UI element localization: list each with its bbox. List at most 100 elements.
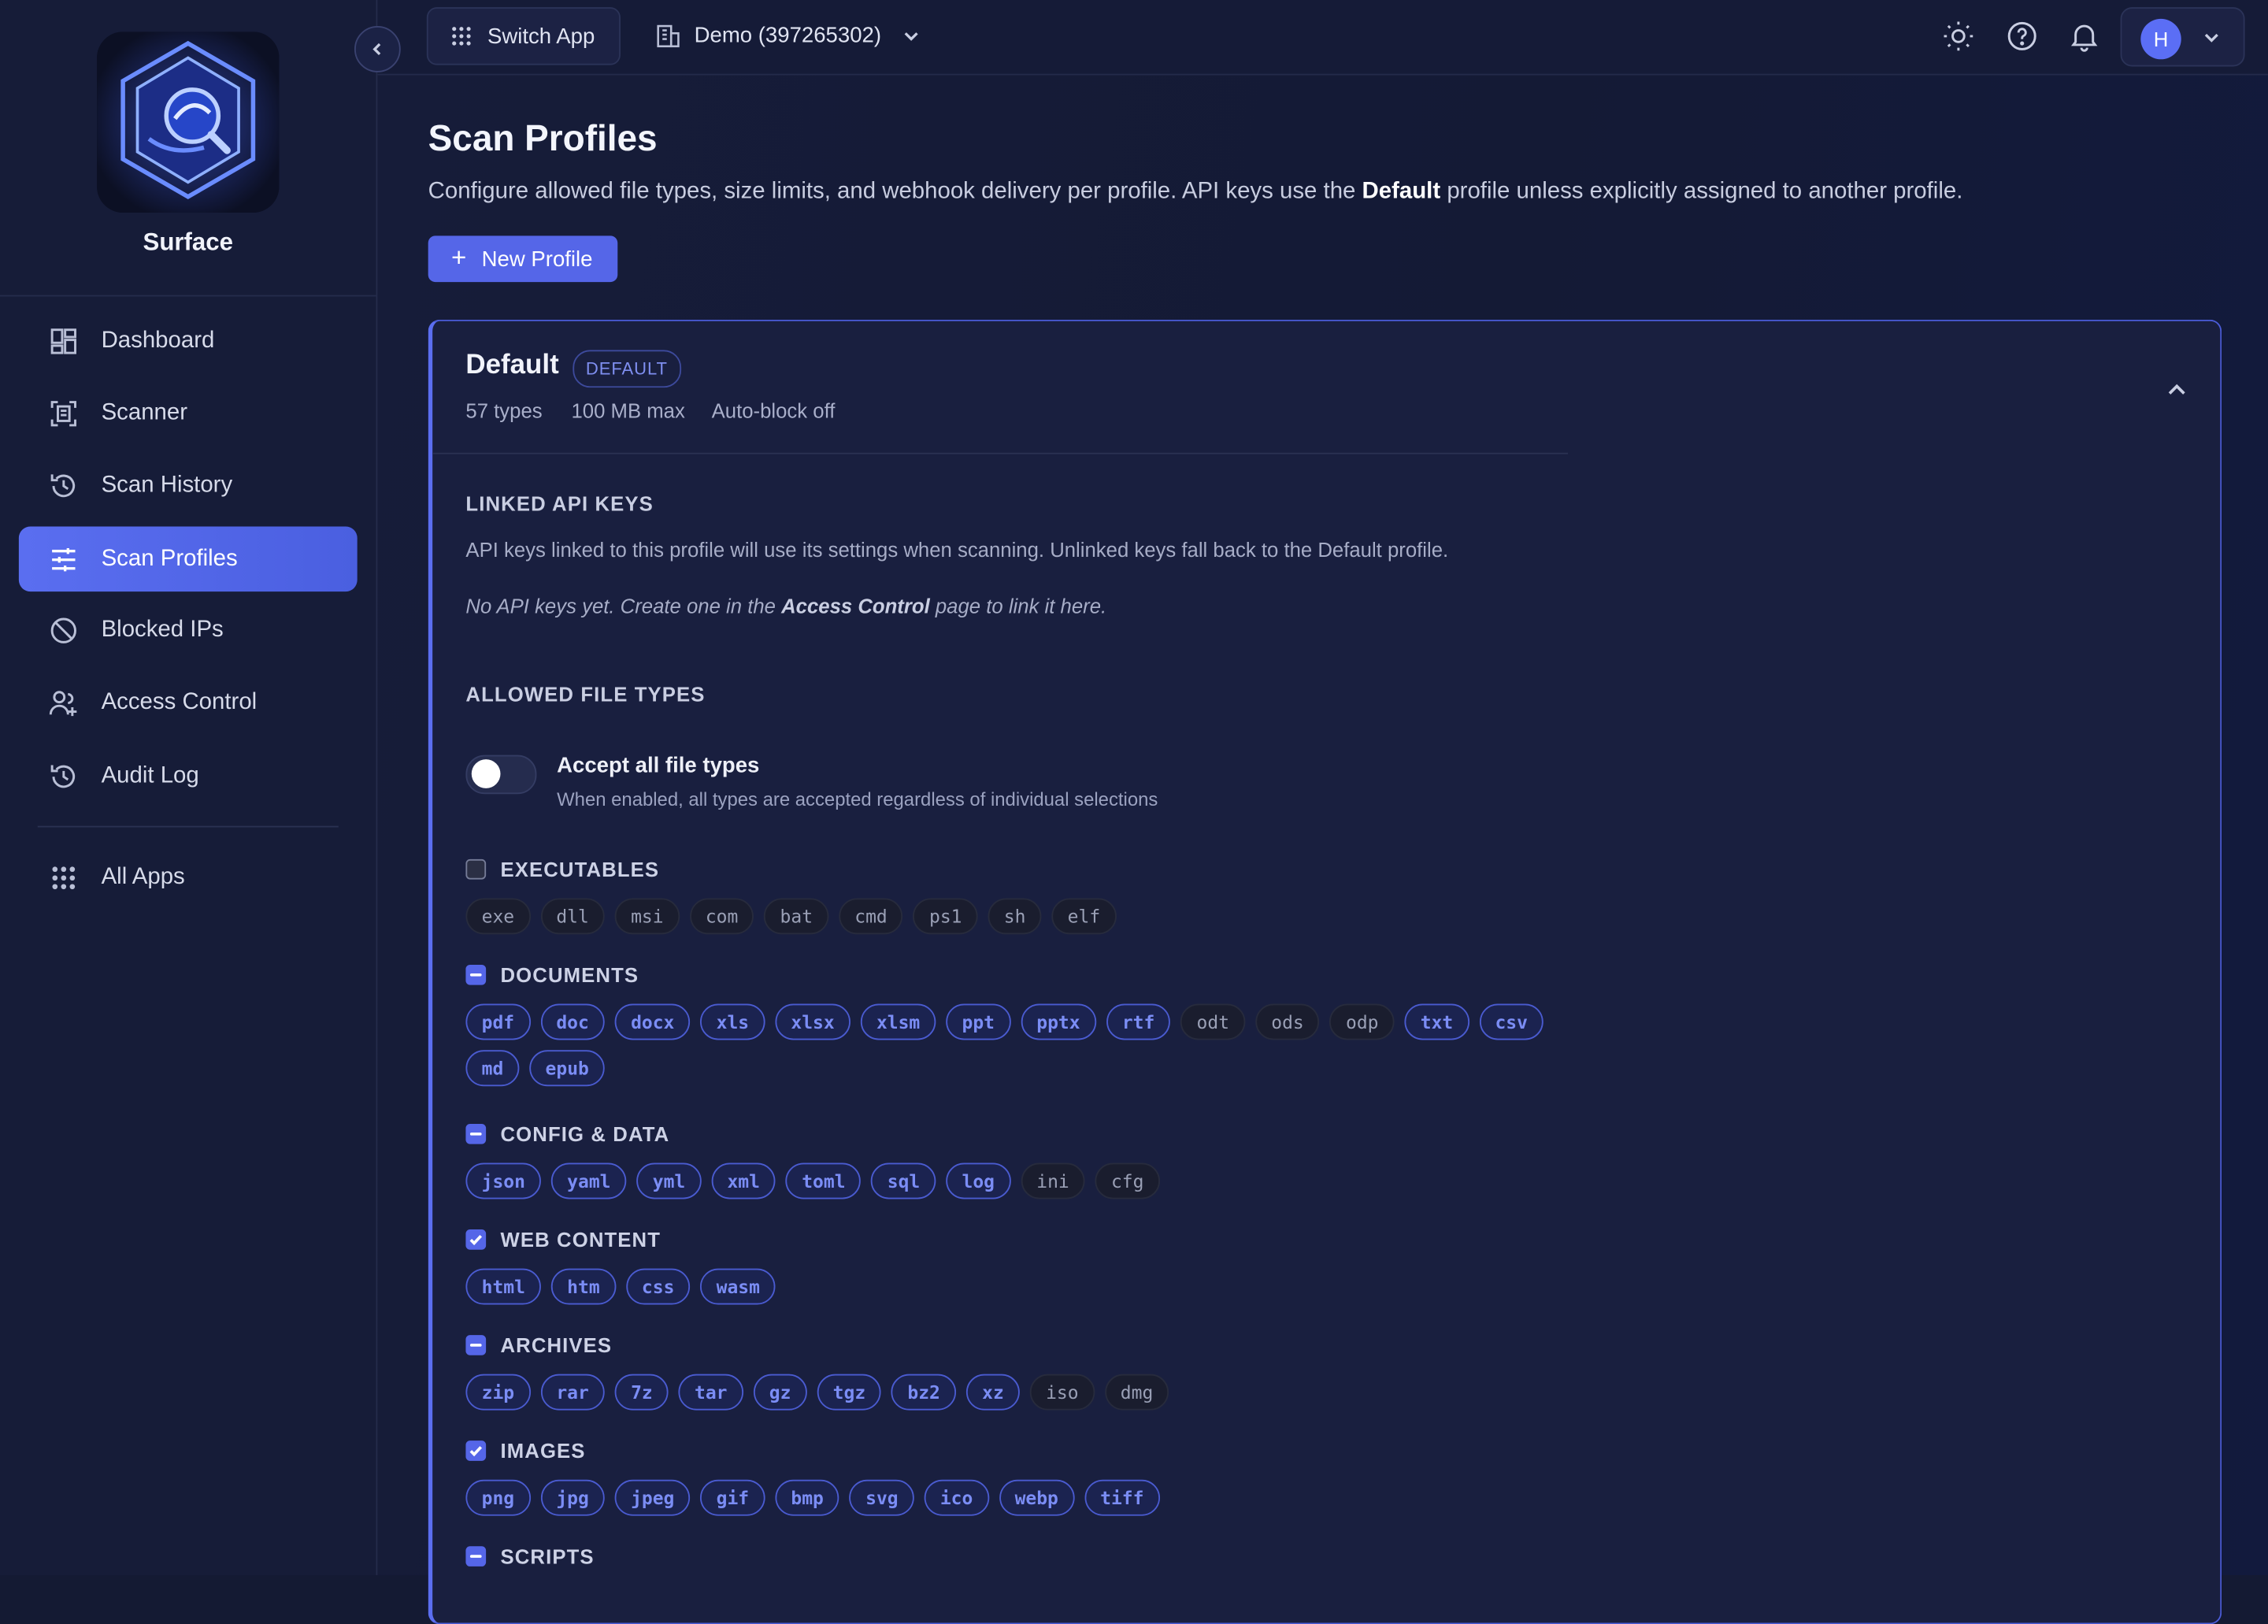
history-icon: [50, 765, 76, 788]
category-checkbox[interactable]: [465, 1546, 487, 1567]
file-type-chip[interactable]: ppt: [946, 1003, 1011, 1040]
file-type-chips: exe dll msi com bat cmd ps1 sh elf: [465, 898, 1565, 935]
file-type-chip[interactable]: jpg: [540, 1479, 606, 1516]
sidebar-item-all-apps[interactable]: All Apps: [19, 845, 358, 910]
file-type-chip[interactable]: xlsm: [860, 1003, 936, 1040]
category-checkbox[interactable]: [465, 858, 487, 880]
help-icon[interactable]: [2005, 19, 2040, 54]
file-type-chip[interactable]: bat: [764, 898, 829, 935]
file-type-chip[interactable]: sh: [988, 898, 1042, 935]
file-type-chip[interactable]: xml: [711, 1162, 776, 1199]
file-type-chip[interactable]: json: [465, 1162, 542, 1199]
file-type-chip[interactable]: yaml: [550, 1162, 627, 1199]
file-type-chips: json yaml yml xml toml sql log ini cfg: [465, 1162, 1565, 1199]
file-type-chip[interactable]: tiff: [1084, 1479, 1160, 1516]
top-bar: Switch App Demo (397265302) H: [377, 0, 2268, 76]
file-type-chip[interactable]: epub: [529, 1050, 606, 1087]
file-type-chip[interactable]: ps1: [913, 898, 978, 935]
no-api-keys-text: page to link it here.: [929, 594, 1107, 618]
file-type-chip[interactable]: png: [465, 1479, 531, 1516]
sidebar-item-scanner[interactable]: Scanner: [19, 380, 358, 446]
user-menu-button[interactable]: H: [2120, 7, 2245, 67]
category-checkbox[interactable]: [465, 1335, 487, 1355]
category-checkbox[interactable]: [465, 1440, 487, 1461]
category-checkbox[interactable]: [465, 1123, 487, 1144]
card-divider: [432, 452, 1568, 454]
file-type-chip[interactable]: yml: [636, 1162, 702, 1199]
switch-app-button[interactable]: Switch App: [426, 7, 621, 65]
file-type-chip[interactable]: doc: [540, 1003, 606, 1040]
file-type-chip[interactable]: txt: [1404, 1003, 1469, 1040]
sidebar-item-blocked-ips[interactable]: Blocked IPs: [19, 597, 358, 662]
dashboard-icon: [50, 328, 76, 354]
sidebar-divider: [0, 295, 376, 297]
category-label: SCRIPTS: [500, 1544, 595, 1568]
category-label: ARCHIVES: [500, 1333, 613, 1357]
category-checkbox[interactable]: [465, 1229, 487, 1250]
new-profile-button[interactable]: + New Profile: [428, 235, 618, 283]
file-type-chip[interactable]: elf: [1051, 898, 1117, 935]
file-type-chip[interactable]: odt: [1180, 1003, 1246, 1040]
sidebar-item-dashboard[interactable]: Dashboard: [19, 308, 358, 373]
file-type-chip[interactable]: 7z: [614, 1374, 669, 1411]
accept-all-toggle[interactable]: [465, 755, 537, 795]
file-type-chip[interactable]: iso: [1029, 1374, 1095, 1411]
sidebar-item-audit-log[interactable]: Audit Log: [19, 743, 358, 809]
file-type-chips: zip rar 7z tar gz tgz bz2 xz iso dmg: [465, 1374, 1565, 1411]
file-type-chip[interactable]: webp: [999, 1479, 1075, 1516]
page-description-text: profile unless explicitly assigned to an…: [1440, 179, 1963, 204]
collapse-sidebar-button[interactable]: [354, 26, 401, 72]
file-type-chip[interactable]: gz: [753, 1374, 807, 1411]
file-type-chip[interactable]: bmp: [775, 1479, 840, 1516]
file-type-chip[interactable]: rtf: [1106, 1003, 1171, 1040]
file-type-chip[interactable]: cmd: [839, 898, 903, 935]
file-type-chip[interactable]: ico: [924, 1479, 989, 1516]
bell-icon[interactable]: [2067, 19, 2102, 54]
page-description-text: Configure allowed file types, size limit…: [428, 179, 1362, 204]
building-icon: [657, 24, 680, 48]
file-type-chip[interactable]: html: [465, 1268, 542, 1305]
file-type-chip[interactable]: odp: [1329, 1003, 1395, 1040]
chevron-up-icon[interactable]: [2162, 376, 2192, 405]
file-type-chip[interactable]: tgz: [817, 1374, 882, 1411]
file-type-chip[interactable]: toml: [786, 1162, 862, 1199]
file-type-chip[interactable]: cfg: [1095, 1162, 1160, 1199]
file-type-chip[interactable]: rar: [540, 1374, 606, 1411]
file-type-chip[interactable]: svg: [849, 1479, 914, 1516]
file-type-chip[interactable]: xlsx: [775, 1003, 850, 1040]
sidebar-item-scan-history[interactable]: Scan History: [19, 453, 358, 518]
file-type-chip[interactable]: pdf: [465, 1003, 531, 1040]
file-type-chip[interactable]: csv: [1479, 1003, 1544, 1040]
category-checkbox[interactable]: [465, 964, 487, 985]
file-type-chip[interactable]: pptx: [1021, 1003, 1096, 1040]
file-type-chip[interactable]: msi: [614, 898, 680, 935]
file-type-chip[interactable]: dll: [540, 898, 606, 935]
sidebar-item-access-control[interactable]: Access Control: [19, 669, 358, 735]
file-type-chip[interactable]: zip: [465, 1374, 531, 1411]
file-type-chip[interactable]: xls: [700, 1003, 765, 1040]
profile-type-count: 57 types: [465, 399, 543, 423]
file-type-chip[interactable]: log: [946, 1162, 1011, 1199]
file-type-chip[interactable]: gif: [700, 1479, 765, 1516]
file-type-chip[interactable]: com: [689, 898, 754, 935]
file-type-chip[interactable]: css: [625, 1268, 691, 1305]
file-type-chip[interactable]: xz: [965, 1374, 1021, 1411]
sidebar-item-label: Blocked IPs: [101, 617, 224, 642]
file-type-chip[interactable]: exe: [465, 898, 531, 935]
file-type-chip[interactable]: docx: [614, 1003, 691, 1040]
file-type-chip[interactable]: dmg: [1104, 1374, 1169, 1411]
file-type-chip[interactable]: md: [465, 1050, 520, 1087]
no-api-keys-message: No API keys yet. Create one in the Acces…: [465, 595, 1106, 617]
file-type-chip[interactable]: bz2: [891, 1374, 957, 1411]
chevron-left-icon: [372, 43, 381, 56]
organization-selector[interactable]: Demo (397265302): [638, 7, 927, 62]
file-type-chip[interactable]: sql: [871, 1162, 936, 1199]
file-type-chip[interactable]: tar: [678, 1374, 743, 1411]
file-type-chip[interactable]: wasm: [700, 1268, 776, 1305]
file-type-chip[interactable]: htm: [550, 1268, 616, 1305]
file-type-chip[interactable]: jpeg: [614, 1479, 691, 1516]
sidebar-item-scan-profiles[interactable]: Scan Profiles: [18, 526, 358, 592]
theme-toggle-icon[interactable]: [1941, 19, 1976, 54]
file-type-chip[interactable]: ods: [1255, 1003, 1320, 1040]
file-type-chip[interactable]: ini: [1021, 1162, 1085, 1199]
